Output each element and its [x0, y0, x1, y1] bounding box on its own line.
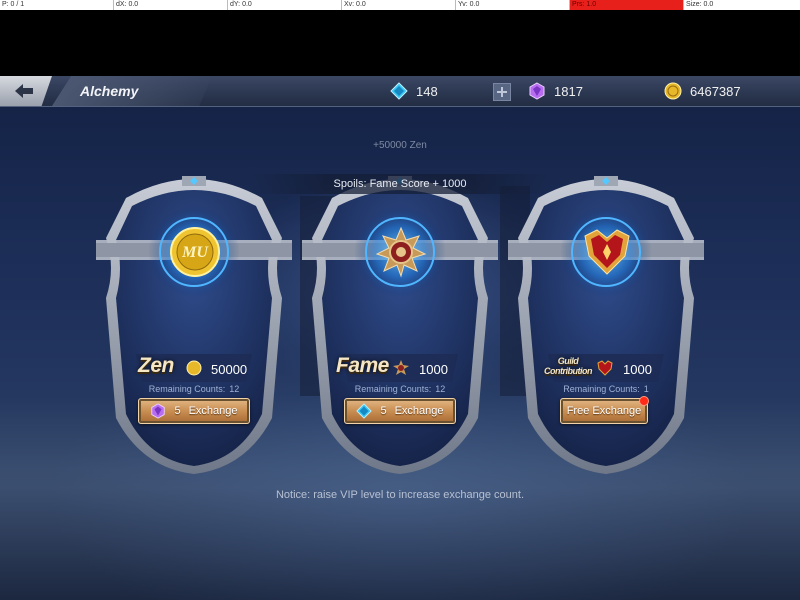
back-button[interactable] [0, 76, 52, 106]
reward-name-guild: Guild Contribution [544, 356, 592, 376]
remaining-label: Remaining Counts: [148, 384, 226, 394]
purple-gem-icon [529, 82, 545, 100]
gold-count: 6467387 [690, 83, 741, 99]
remaining-label: Remaining Counts: [354, 384, 432, 394]
blue-diamond-icon [390, 82, 408, 100]
debug-pointer: P: 0 / 1 [0, 0, 114, 10]
free-exchange-button[interactable]: Free Exchange [560, 396, 649, 424]
reward-amount: 1000 [419, 362, 448, 377]
notice-text: Notice: raise VIP level to increase exch… [275, 489, 525, 501]
remaining-counts: Remaining Counts: 12 [96, 384, 292, 394]
card-frame [302, 176, 498, 474]
remaining-label: Remaining Counts: [563, 384, 640, 394]
card-frame [508, 176, 704, 474]
reward-amount: 1000 [623, 362, 652, 377]
exchange-card-fame: Fame 1000 Remaining Counts: 12 5 Exchange [302, 168, 498, 478]
add-currency-button[interactable] [493, 83, 511, 101]
exchange-button[interactable]: 5 Exchange [138, 398, 250, 424]
exchange-button[interactable]: 5 Exchange [344, 398, 456, 424]
debug-pressure: Prs: 1.0 [570, 0, 684, 10]
debug-dy: dY: 0.0 [228, 0, 342, 10]
gold-currency: 6467387 [664, 81, 741, 101]
gem-count: 1817 [554, 83, 583, 99]
fame-medal-icon [375, 226, 427, 278]
reward-name-line: Guild [557, 356, 579, 366]
remaining-value: 12 [435, 384, 446, 394]
exchange-cost: 5 [380, 405, 387, 417]
guild-crest-icon [584, 229, 630, 275]
gem-currency: 1817 [528, 81, 583, 101]
page-title: Alchemy [80, 83, 139, 99]
reward-amount: 50000 [211, 362, 248, 377]
back-arrow-icon [15, 84, 33, 98]
debug-dx: dX: 0.0 [114, 0, 228, 10]
diamond-count: 148 [416, 83, 438, 99]
exchange-card-guild: Guild Contribution 1000 Remaining Counts… [508, 168, 704, 478]
zen-coin-icon: MU [170, 227, 220, 277]
reward-name-zen: Zen [138, 354, 174, 377]
debug-yv: Yv: 0.0 [456, 0, 570, 10]
zen-coin-icon [186, 360, 202, 376]
gold-coin-icon [664, 82, 682, 100]
spoils-banner: Spoils: Fame Score + 1000 [250, 174, 550, 194]
diamond-currency: 148 [390, 81, 438, 101]
reward-row: Guild Contribution 1000 [508, 350, 704, 384]
remaining-counts: Remaining Counts: 1 [508, 384, 704, 394]
exchange-card-zen: MU Zen 50000 Remaining Counts: 12 5 Excha… [96, 168, 292, 478]
blue-diamond-icon [356, 403, 373, 419]
reward-row: Zen 50000 [96, 350, 292, 384]
exchange-cost: 5 [174, 405, 181, 417]
remaining-value: 1 [643, 384, 649, 394]
reward-banner: +50000 Zen [373, 140, 427, 151]
debug-xv: Xv: 0.0 [342, 0, 456, 10]
fame-medal-icon [393, 360, 409, 375]
debug-overlay-bar: P: 0 / 1 dX: 0.0 dY: 0.0 Xv: 0.0 Yv: 0.0… [0, 0, 800, 10]
exchange-label: Exchange [188, 405, 238, 417]
exchange-label: Free Exchange [566, 405, 642, 417]
reward-name-line: Contribution [544, 366, 592, 376]
reward-name-fame: Fame [336, 354, 389, 377]
svg-text:MU: MU [181, 244, 209, 261]
guild-crest-icon [597, 360, 613, 376]
remaining-value: 12 [229, 384, 240, 394]
card-frame [96, 176, 292, 474]
reward-row: Fame 1000 [302, 350, 498, 384]
top-bar: Alchemy 148 1817 6467387 [0, 76, 800, 107]
purple-gem-icon [151, 403, 166, 419]
exchange-label: Exchange [394, 405, 444, 417]
notification-dot [639, 396, 649, 406]
remaining-counts: Remaining Counts: 12 [302, 384, 498, 394]
debug-size: Size: 0.0 [686, 1, 714, 8]
